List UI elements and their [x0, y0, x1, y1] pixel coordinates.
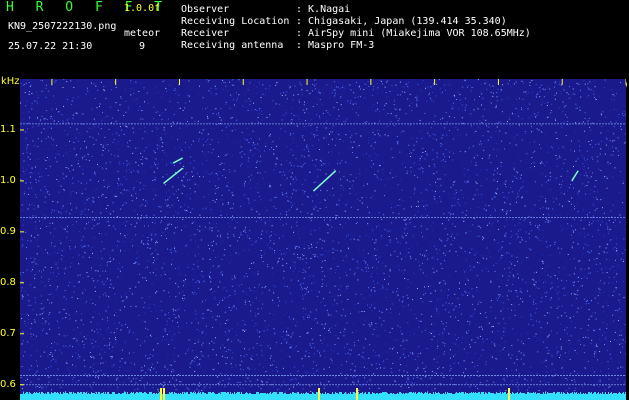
- y-tick-label: 1.1: [0, 123, 16, 135]
- y-tick-label: 0.9: [0, 225, 16, 237]
- antenna-value: : Maspro FM-3: [296, 40, 375, 51]
- spectrogram-svg: [20, 79, 626, 400]
- spectrogram-window: H R O F F T 1.0.0f KN9_2507222130.png me…: [0, 0, 629, 400]
- receiver-value: : AirSpy mini (Miakejima VOR 108.65MHz): [296, 28, 531, 39]
- plot-background: [20, 79, 626, 400]
- spectrogram-plot: [20, 79, 626, 400]
- y-tick-label: 0.7: [0, 327, 16, 339]
- signal-spike: [160, 388, 162, 400]
- signal-spike: [356, 388, 358, 400]
- file-name: KN9_2507222130.png: [8, 21, 117, 32]
- y-tick-label: 1.0: [0, 174, 16, 186]
- location-value: : Chigasaki, Japan (139.414 35.340): [296, 16, 507, 27]
- location-label: Receiving Location: [181, 16, 290, 27]
- observer-value: : K.Nagai: [296, 4, 351, 15]
- meteor-count: 9: [139, 41, 146, 52]
- signal-spike: [163, 388, 165, 400]
- antenna-label: Receiving antenna: [181, 40, 284, 51]
- receiver-label: Receiver: [181, 28, 230, 39]
- signal-spike: [318, 388, 320, 400]
- date-time: 25.07.22 21:30: [8, 41, 93, 52]
- app-version: 1.0.0f: [124, 3, 161, 14]
- signal-spike: [508, 388, 510, 400]
- y-tick-label: 0.6: [0, 378, 16, 390]
- y-axis-label: kHz: [1, 76, 20, 87]
- y-tick-label: 0.8: [0, 276, 16, 288]
- meteor-label: meteor: [124, 28, 161, 39]
- observer-label: Observer: [181, 4, 230, 15]
